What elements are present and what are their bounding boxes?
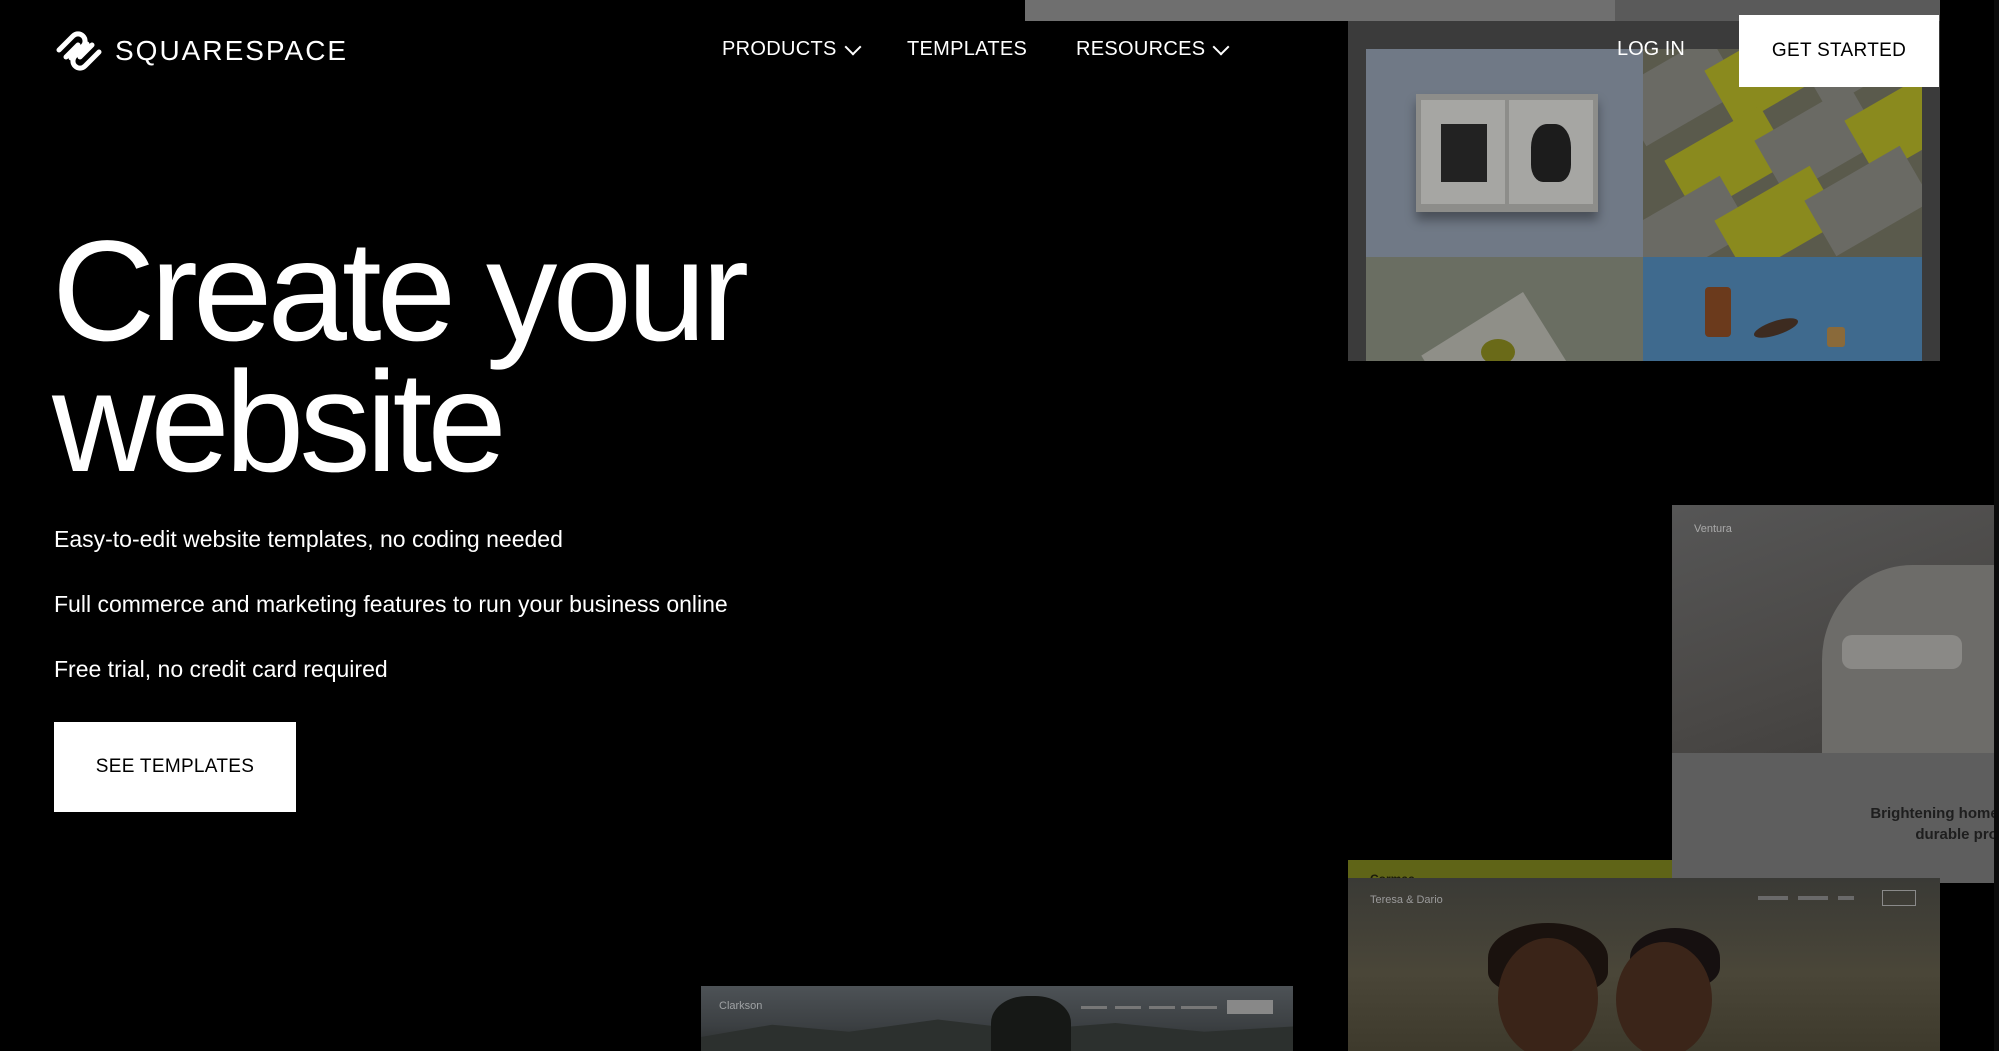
feature-item: Full commerce and marketing features to …: [54, 591, 728, 617]
brand-name: SQUARESPACE: [115, 35, 349, 66]
feature-item: Free trial, no credit card required: [54, 656, 388, 682]
feature-item: Easy-to-edit website templates, no codin…: [54, 526, 563, 552]
couple-photo: [1498, 938, 1598, 1051]
see-templates-button[interactable]: SEE TEMPLATES: [54, 722, 296, 812]
squarespace-logo-icon: [56, 31, 102, 71]
template-preview-teresa-dario: Teresa & Dario: [1348, 878, 1940, 1051]
chevron-down-icon: [844, 38, 862, 55]
nav-resources-label: RESOURCES: [1076, 38, 1206, 60]
preview-paper-image: [1366, 257, 1643, 361]
login-link[interactable]: LOG IN: [1617, 38, 1685, 61]
hero-headline-line-2: website: [52, 343, 507, 502]
book-graphic: [1416, 94, 1598, 212]
feature-list: Easy-to-edit website templates, no codin…: [54, 526, 728, 721]
nav-products[interactable]: PRODUCTS: [722, 38, 862, 61]
chevron-down-icon: [1212, 38, 1230, 55]
get-started-button[interactable]: GET STARTED: [1739, 15, 1939, 87]
preview-ventura-tagline: Brightening homes durable prod: [1870, 805, 1999, 843]
preview-ventura-name: Ventura: [1694, 523, 1732, 535]
page: Ventura Brightening homes durable prod C…: [0, 0, 1999, 1051]
site-header: SQUARESPACE PRODUCTS TEMPLATES RESOURCES…: [0, 0, 1999, 100]
nav-resources[interactable]: RESOURCES: [1076, 38, 1230, 61]
logo-link[interactable]: SQUARESPACE: [53, 30, 348, 72]
template-preview-ventura: Ventura Brightening homes durable prod: [1672, 505, 1999, 883]
hero-headline: Create your website: [52, 220, 932, 494]
nav-templates-label: TEMPLATES: [907, 38, 1028, 60]
template-preview-clarkson: Clarkson: [701, 986, 1293, 1051]
preview-jar-image: [1643, 257, 1922, 361]
scrollbar[interactable]: [1994, 0, 1999, 1051]
preview-clarkson-name: Clarkson: [719, 1000, 763, 1012]
preview-teresa-name: Teresa & Dario: [1370, 894, 1443, 906]
nav-templates[interactable]: TEMPLATES: [907, 38, 1027, 61]
nav-products-label: PRODUCTS: [722, 38, 837, 60]
